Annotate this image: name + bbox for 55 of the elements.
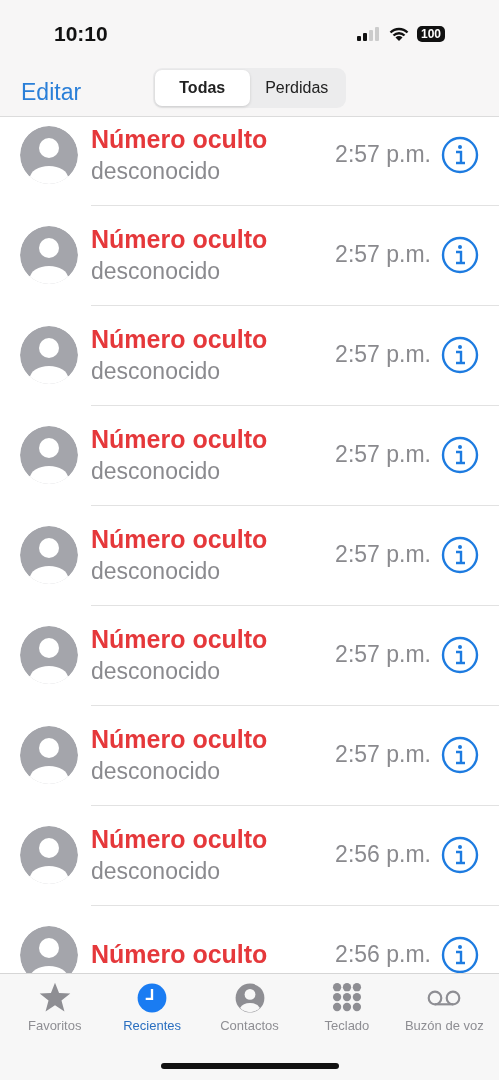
caller-name: Número oculto <box>91 940 269 969</box>
info-icon[interactable] <box>441 735 479 774</box>
caller-label: desconocido <box>91 857 222 885</box>
avatar-icon <box>20 626 78 684</box>
caller-label: desconocido <box>91 657 222 685</box>
tab-bar-item[interactable]: Contactos <box>200 980 299 1033</box>
caller-name: Número oculto <box>91 624 269 654</box>
call-time: 2:57 p.m. <box>335 141 431 168</box>
call-time: 2:56 p.m. <box>335 941 431 968</box>
tab-bar-item[interactable]: Recientes <box>103 980 201 1033</box>
caller-label: desconocido <box>91 357 222 385</box>
caller-name: Número oculto <box>91 324 269 354</box>
caller-label: desconocido <box>91 457 222 485</box>
call-time: 2:57 p.m. <box>335 441 431 468</box>
call-time: 2:57 p.m. <box>335 341 431 368</box>
caller-label: desconocido <box>91 557 222 585</box>
call-time: 2:57 p.m. <box>335 541 431 568</box>
avatar-icon <box>20 526 78 584</box>
caller-label: desconocido <box>91 157 222 185</box>
info-icon[interactable] <box>441 435 479 474</box>
filter-tab[interactable]: Todas <box>155 70 250 106</box>
call-time: 2:56 p.m. <box>335 841 431 868</box>
battery-level: 100 <box>416 26 445 42</box>
call-time: 2:57 p.m. <box>335 641 431 668</box>
info-icon[interactable] <box>441 135 479 174</box>
caller-name: Número oculto <box>91 424 269 454</box>
caller-label: desconocido <box>91 757 222 785</box>
info-icon[interactable] <box>441 235 479 274</box>
caller-label: desconocido <box>91 257 222 285</box>
avatar-icon <box>20 826 78 884</box>
avatar-icon <box>20 226 78 284</box>
status-time: 10:10 <box>54 22 108 46</box>
avatar-icon <box>20 126 78 184</box>
info-icon[interactable] <box>441 935 479 973</box>
info-icon[interactable] <box>441 335 479 374</box>
avatar-icon <box>20 326 78 384</box>
signal-icon <box>356 27 381 41</box>
caller-name: Número oculto <box>91 524 269 554</box>
caller-name: Número oculto <box>91 224 269 254</box>
caller-name: Número oculto <box>91 724 269 754</box>
avatar-icon <box>20 726 78 784</box>
wifi-icon <box>388 26 409 42</box>
edit-link[interactable]: Editar <box>21 78 82 106</box>
tab-bar-item[interactable]: Buzón de voz <box>395 980 494 1033</box>
info-icon[interactable] <box>441 635 479 674</box>
call-time: 2:57 p.m. <box>335 741 431 768</box>
filter-tab[interactable]: Perdidas <box>249 70 344 106</box>
info-icon[interactable] <box>441 835 479 874</box>
info-icon[interactable] <box>441 535 479 574</box>
call-time: 2:57 p.m. <box>335 241 431 268</box>
tab-bar-item[interactable]: Favoritos <box>6 980 104 1033</box>
tab-bar-item[interactable]: Teclado <box>298 980 396 1033</box>
caller-name: Número oculto <box>91 824 269 854</box>
avatar-icon <box>20 426 78 484</box>
caller-name: Número oculto <box>91 124 269 154</box>
